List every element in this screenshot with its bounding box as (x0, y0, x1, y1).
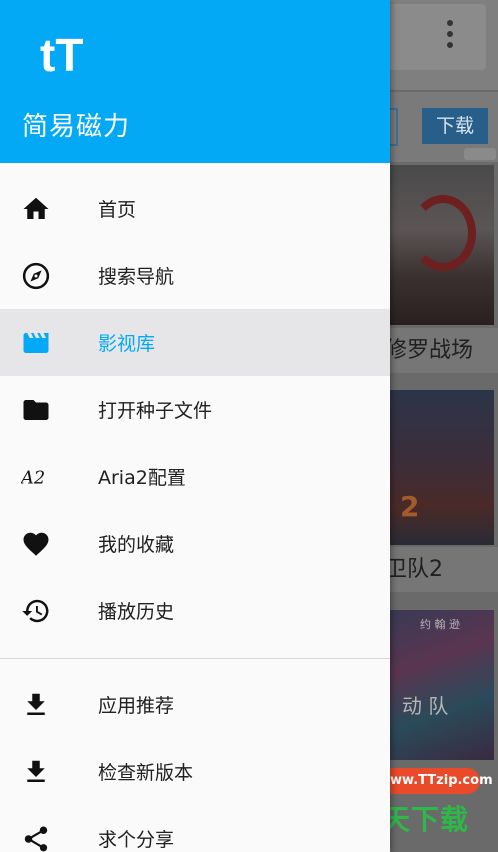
menu-item-label: Aria2配置 (98, 467, 186, 489)
drawer-menu: 首页 搜索导航 影视库 打开种子文件 A2 Aria2配置 我的收藏 播放历史 … (0, 175, 390, 852)
menu-item-label: 播放历史 (98, 601, 175, 623)
watermark-url: www.TTzip.com (378, 768, 493, 794)
movie-icon (20, 327, 52, 359)
menu-item-label: 求个分享 (98, 829, 175, 851)
menu-item-check-update[interactable]: 检查新版本 (0, 738, 390, 805)
aria2-icon: A2 (20, 461, 52, 493)
bg-movie-poster (390, 165, 494, 325)
download-icon (20, 689, 52, 721)
poster-text: 动 队 (402, 694, 449, 718)
menu-item-play-history[interactable]: 播放历史 (0, 577, 390, 644)
menu-item-label: 首页 (98, 199, 137, 221)
menu-item-aria2-config[interactable]: A2 Aria2配置 (0, 443, 390, 510)
app-name: 简易磁力 (22, 112, 131, 142)
poster-text: 约 翰 逊 (420, 618, 460, 631)
watermark-text: 天下载 (382, 803, 470, 836)
menu-item-label: 应用推荐 (98, 695, 175, 717)
compass-icon (20, 260, 52, 292)
download-icon (20, 756, 52, 788)
app-logo: tT (40, 29, 84, 81)
svg-text:A2: A2 (21, 467, 45, 488)
menu-item-label: 搜索导航 (98, 266, 175, 288)
history-icon (20, 595, 52, 627)
heart-icon (20, 528, 52, 560)
bg-download-button: 下载 (422, 108, 488, 144)
menu-item-favorites[interactable]: 我的收藏 (0, 510, 390, 577)
menu-item-home[interactable]: 首页 (0, 175, 390, 242)
bg-movie-title: 卫队2 (385, 547, 498, 592)
menu-divider (0, 658, 390, 659)
menu-item-app-recommend[interactable]: 应用推荐 (0, 671, 390, 738)
menu-item-open-torrent[interactable]: 打开种子文件 (0, 376, 390, 443)
bg-movie-title: 修罗战场 (385, 328, 498, 373)
share-icon (20, 823, 52, 852)
bg-badge (464, 148, 496, 160)
bg-movie-poster: 动 队 约 翰 逊 (390, 610, 494, 760)
menu-item-label: 打开种子文件 (98, 400, 213, 422)
bg-movie-poster (390, 390, 494, 545)
more-vert-icon (444, 20, 456, 54)
home-icon (20, 193, 52, 225)
menu-item-search-nav[interactable]: 搜索导航 (0, 242, 390, 309)
navigation-drawer: tT 简易磁力 首页 搜索导航 影视库 打开种子文件 A2 Aria2配置 我的… (0, 0, 390, 852)
menu-item-label: 影视库 (98, 333, 156, 355)
menu-item-share[interactable]: 求个分享 (0, 805, 390, 852)
menu-item-movie-library[interactable]: 影视库 (0, 309, 390, 376)
menu-item-label: 检查新版本 (98, 762, 194, 784)
drawer-header: tT 简易磁力 (0, 0, 390, 163)
menu-item-label: 我的收藏 (98, 534, 175, 556)
folder-icon (20, 394, 52, 426)
